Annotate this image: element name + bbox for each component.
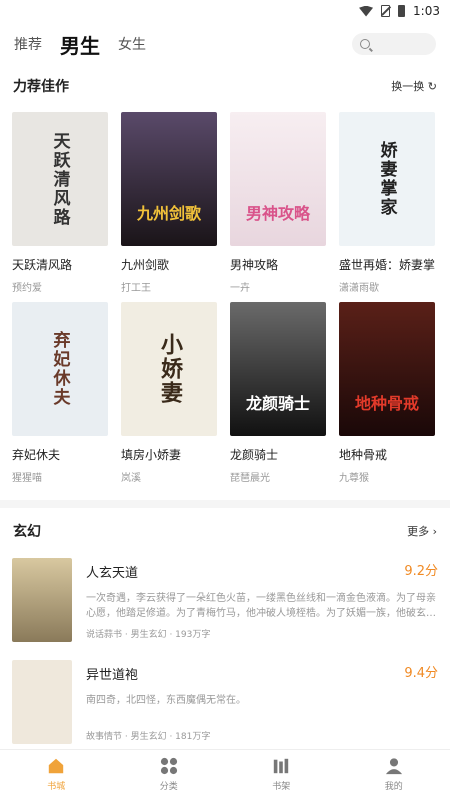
book-author: 琵琶晨光 bbox=[230, 473, 270, 484]
section-divider bbox=[0, 500, 450, 508]
tab-male[interactable]: 男生 bbox=[60, 30, 100, 59]
book-title: 填房小娇妻 bbox=[121, 448, 182, 462]
wifi-icon bbox=[359, 5, 374, 17]
list-item-desc: 南四奇，北四怪，东西魔偶无常在。 bbox=[86, 695, 246, 706]
tab-female[interactable]: 女生 bbox=[118, 34, 146, 54]
book-title: 地种骨戒 bbox=[339, 448, 388, 462]
genre-title: 玄幻 bbox=[13, 524, 41, 540]
more-button[interactable]: 更多 › bbox=[407, 523, 437, 539]
book-card[interactable]: 娇妻掌家 盛世再婚：娇妻掌 潇潇雨歇 bbox=[339, 112, 435, 302]
list-item-title: 异世道袍 bbox=[86, 668, 139, 683]
book-thumb bbox=[12, 558, 72, 642]
book-author: 一卉 bbox=[230, 283, 250, 294]
featured-title: 力荐佳作 bbox=[13, 79, 69, 95]
book-title: 弃妃休夫 bbox=[12, 448, 61, 462]
book-cover: 天跃清风路 bbox=[12, 112, 108, 246]
list-item-score: 9.4分 bbox=[404, 666, 438, 681]
book-card[interactable]: 小娇妻 填房小娇妻 岚溪 bbox=[121, 302, 217, 492]
status-time: 1:03 bbox=[413, 4, 440, 18]
book-cover: 地种骨戒 bbox=[339, 302, 435, 436]
tab-recommend[interactable]: 推荐 bbox=[14, 34, 42, 54]
search-box[interactable] bbox=[352, 33, 436, 55]
status-bar: 1:03 bbox=[0, 0, 450, 22]
book-card[interactable]: 地种骨戒 地种骨戒 九尊猴 bbox=[339, 302, 435, 492]
book-card[interactable]: 龙颜骑士 龙颜骑士 琵琶晨光 bbox=[230, 302, 326, 492]
bookshelf-icon bbox=[274, 758, 289, 774]
battery-icon bbox=[398, 5, 406, 17]
list-item[interactable]: 人玄天道 9.2分 一次奇遇，李云获得了一朵红色火苗，一缕黑色丝线和一滴金色液滴… bbox=[0, 558, 450, 656]
nav-bookstore[interactable]: 书城 bbox=[0, 750, 113, 799]
book-title: 天跃清风路 bbox=[12, 258, 73, 272]
book-title: 盛世再婚：娇妻掌 bbox=[339, 258, 435, 272]
top-tabs: 推荐 男生 女生 bbox=[0, 22, 450, 66]
nav-label: 书城 bbox=[47, 782, 66, 792]
book-card[interactable]: 弃妃休夫 弃妃休夫 猩猩喵 bbox=[12, 302, 108, 492]
search-icon bbox=[360, 39, 370, 49]
nav-label: 书架 bbox=[272, 782, 291, 792]
list-item-meta: 故事情节 · 男生玄幻 · 181万字 bbox=[86, 732, 211, 742]
nav-bookshelf[interactable]: 书架 bbox=[225, 750, 338, 799]
book-author: 猩猩喵 bbox=[12, 473, 42, 484]
book-cover: 小娇妻 bbox=[121, 302, 217, 436]
book-cover: 男神攻略 bbox=[230, 112, 326, 246]
book-author: 潇潇雨歇 bbox=[339, 283, 379, 294]
no-sim-icon bbox=[381, 5, 391, 17]
book-cover: 龙颜骑士 bbox=[230, 302, 326, 436]
book-card[interactable]: 天跃清风路 天跃清风路 预约爱 bbox=[12, 112, 108, 302]
book-cover: 九州剑歌 bbox=[121, 112, 217, 246]
book-author: 打工王 bbox=[121, 283, 151, 294]
genre-header: 玄幻 更多 › bbox=[0, 508, 450, 554]
featured-grid: 天跃清风路 天跃清风路 预约爱 九州剑歌 九州剑歌 打工王 男神攻略 男神攻略 … bbox=[0, 112, 450, 492]
nav-category[interactable]: 分类 bbox=[113, 750, 226, 799]
book-cover: 弃妃休夫 bbox=[12, 302, 108, 436]
book-author: 岚溪 bbox=[121, 473, 141, 484]
refresh-button[interactable]: 换一换 ↻ bbox=[391, 78, 437, 94]
book-title: 龙颜骑士 bbox=[230, 448, 279, 462]
book-thumb bbox=[12, 660, 72, 744]
nav-label: 我的 bbox=[384, 782, 403, 792]
book-author: 九尊猴 bbox=[339, 473, 369, 484]
book-title: 九州剑歌 bbox=[121, 258, 170, 272]
list-item-title: 人玄天道 bbox=[86, 566, 139, 581]
bottom-nav: 书城 分类 书架 我的 bbox=[0, 749, 450, 799]
nav-profile[interactable]: 我的 bbox=[338, 750, 450, 799]
book-author: 预约爱 bbox=[12, 283, 42, 294]
profile-icon bbox=[385, 758, 402, 775]
book-cover: 娇妻掌家 bbox=[339, 112, 435, 246]
list-item-meta: 说话蒜书 · 男生玄幻 · 193万字 bbox=[86, 630, 211, 640]
list-item-desc: 一次奇遇，李云获得了一朵红色火苗，一缕黑色丝线和一滴金色液滴。为了母亲心愿，他踏… bbox=[86, 593, 436, 619]
list-item[interactable]: 异世道袍 9.4分 南四奇，北四怪，东西魔偶无常在。 故事情节 · 男生玄幻 ·… bbox=[0, 660, 450, 758]
category-icon bbox=[160, 757, 177, 775]
nav-label: 分类 bbox=[159, 782, 178, 792]
book-title: 男神攻略 bbox=[230, 258, 279, 272]
list-item-score: 9.2分 bbox=[404, 564, 438, 579]
book-card[interactable]: 九州剑歌 九州剑歌 打工王 bbox=[121, 112, 217, 302]
book-card[interactable]: 男神攻略 男神攻略 一卉 bbox=[230, 112, 326, 302]
home-icon bbox=[49, 758, 64, 774]
featured-header: 力荐佳作 换一换 ↻ bbox=[0, 66, 450, 106]
